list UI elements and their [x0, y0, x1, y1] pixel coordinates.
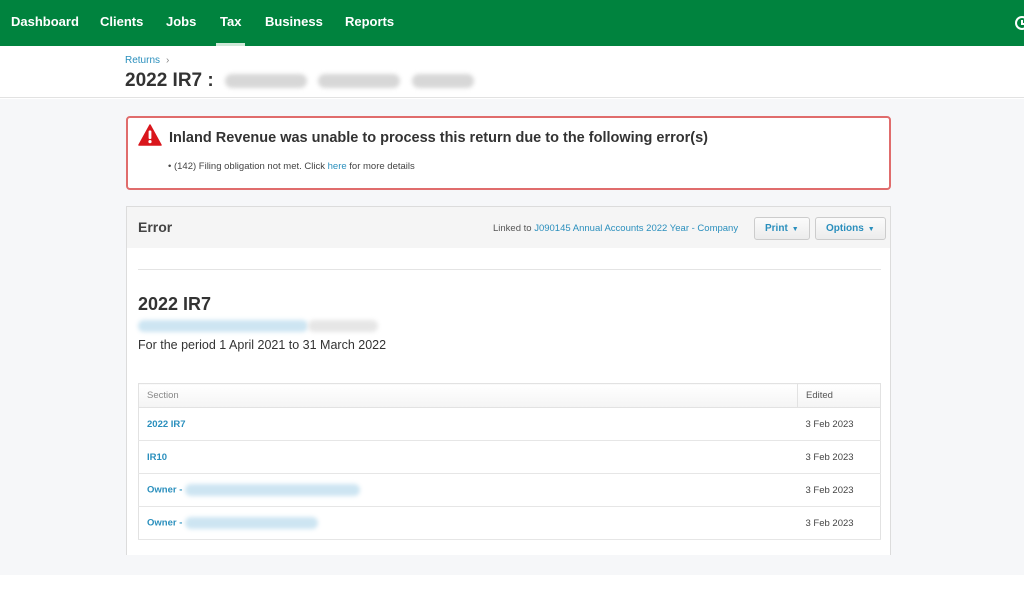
- nav-clients[interactable]: Clients: [100, 0, 143, 46]
- options-button[interactable]: Options ▼: [815, 217, 886, 240]
- linked-job: Linked to J090145 Annual Accounts 2022 Y…: [493, 223, 738, 234]
- alert-error-item: • (142) Filing obligation not met. Click…: [168, 161, 415, 172]
- nav-tax[interactable]: Tax: [215, 0, 246, 46]
- edited-date: 3 Feb 2023: [797, 506, 881, 540]
- edited-date: 3 Feb 2023: [797, 407, 881, 441]
- edited-date: 3 Feb 2023: [797, 473, 881, 507]
- breadcrumb: Returns ›: [125, 55, 169, 66]
- column-header-edited[interactable]: Edited: [797, 383, 881, 408]
- divider: [138, 269, 881, 270]
- warning-triangle-icon: [138, 124, 162, 146]
- print-label: Print: [765, 223, 788, 234]
- table-row: Owner - 3 Feb 2023: [138, 473, 881, 507]
- sections-table: Section Edited 2022 IR7 3 Feb 2023 IR10 …: [138, 383, 881, 540]
- document-title: 2022 IR7: [138, 294, 212, 314]
- alert-error-suffix: for more details: [346, 161, 415, 172]
- panel-title: Error: [138, 219, 173, 235]
- nav-jobs[interactable]: Jobs: [166, 0, 196, 46]
- alert-title: Inland Revenue was unable to process thi…: [169, 130, 708, 146]
- column-header-section[interactable]: Section: [138, 383, 798, 408]
- clock-icon[interactable]: [1015, 16, 1024, 30]
- error-details-link[interactable]: here: [328, 161, 347, 172]
- redacted-client-name: [318, 73, 401, 88]
- redacted-document-subtitle: [138, 317, 378, 335]
- table-row: Owner - 3 Feb 2023: [138, 506, 881, 540]
- redacted-text: [308, 319, 378, 332]
- linked-job-link[interactable]: J090145 Annual Accounts 2022 Year - Comp…: [534, 223, 738, 234]
- edited-date: 3 Feb 2023: [797, 440, 881, 474]
- redacted-client-name: [225, 73, 308, 88]
- page-footer-strip: [0, 575, 1024, 591]
- print-button[interactable]: Print ▼: [754, 217, 810, 240]
- caret-down-icon: ▼: [791, 226, 799, 233]
- nav-business[interactable]: Business: [265, 0, 323, 46]
- page-header: Returns › 2022 IR7 :: [0, 46, 1024, 98]
- top-navigation: Dashboard Clients Jobs Tax Business Repo…: [0, 0, 1024, 46]
- redacted-owner-name: [185, 484, 361, 496]
- error-alert: Inland Revenue was unable to process thi…: [126, 116, 891, 190]
- linked-label: Linked to: [493, 223, 535, 234]
- section-link[interactable]: 2022 IR7: [147, 419, 186, 430]
- breadcrumb-returns[interactable]: Returns: [125, 55, 160, 66]
- document-period: For the period 1 April 2021 to 31 March …: [138, 338, 387, 352]
- redacted-owner-name: [185, 517, 319, 529]
- error-panel: Error Linked to J090145 Annual Accounts …: [126, 206, 891, 555]
- table-row: IR10 3 Feb 2023: [138, 440, 881, 474]
- nav-dashboard[interactable]: Dashboard: [11, 0, 79, 46]
- table-header-row: Section Edited: [138, 383, 881, 408]
- redacted-text: [138, 319, 308, 332]
- redacted-client-name: [411, 73, 474, 88]
- caret-down-icon: ▼: [867, 226, 875, 233]
- page-title-text: 2022 IR7 :: [125, 70, 214, 91]
- options-label: Options: [826, 223, 864, 234]
- nav-reports[interactable]: Reports: [345, 0, 394, 46]
- alert-error-text: • (142) Filing obligation not met. Click: [168, 161, 328, 172]
- breadcrumb-separator: ›: [166, 55, 170, 66]
- page-title: 2022 IR7 :: [125, 70, 474, 92]
- table-row: 2022 IR7 3 Feb 2023: [138, 407, 881, 441]
- section-link[interactable]: IR10: [147, 452, 167, 463]
- section-link[interactable]: Owner -: [147, 518, 185, 529]
- section-link[interactable]: Owner -: [147, 485, 185, 496]
- panel-header: Error Linked to J090145 Annual Accounts …: [127, 207, 890, 248]
